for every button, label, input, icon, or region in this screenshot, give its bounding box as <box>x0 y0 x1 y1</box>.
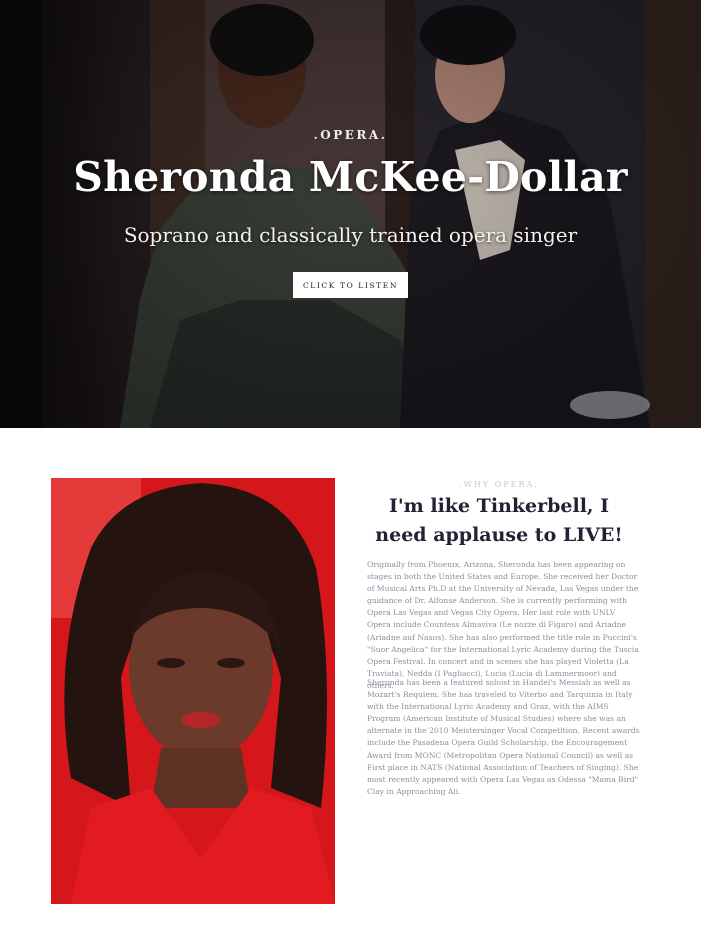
hero-section: .OPERA. Sheronda McKee-Dollar Soprano an… <box>0 0 701 428</box>
about-kicker: .WHY OPERA. <box>459 480 539 489</box>
portrait-illustration <box>51 478 335 904</box>
hero-title: Sheronda McKee-Dollar <box>73 153 628 201</box>
about-paragraph-1: Originally from Phoenix, Arizona, Sheron… <box>367 560 639 690</box>
about-heading: I'm like Tinkerbell, I need applause to … <box>375 495 623 546</box>
about-paragraph-2: Sheronda has been a featured soloist in … <box>367 678 640 796</box>
hero-subtitle: Soprano and classically trained opera si… <box>123 223 578 247</box>
hero-kicker: .OPERA. <box>313 128 388 142</box>
hero-overlay <box>0 0 701 428</box>
portrait-photo <box>51 478 335 904</box>
click-to-listen-button[interactable]: CLICK TO LISTEN <box>293 272 408 298</box>
